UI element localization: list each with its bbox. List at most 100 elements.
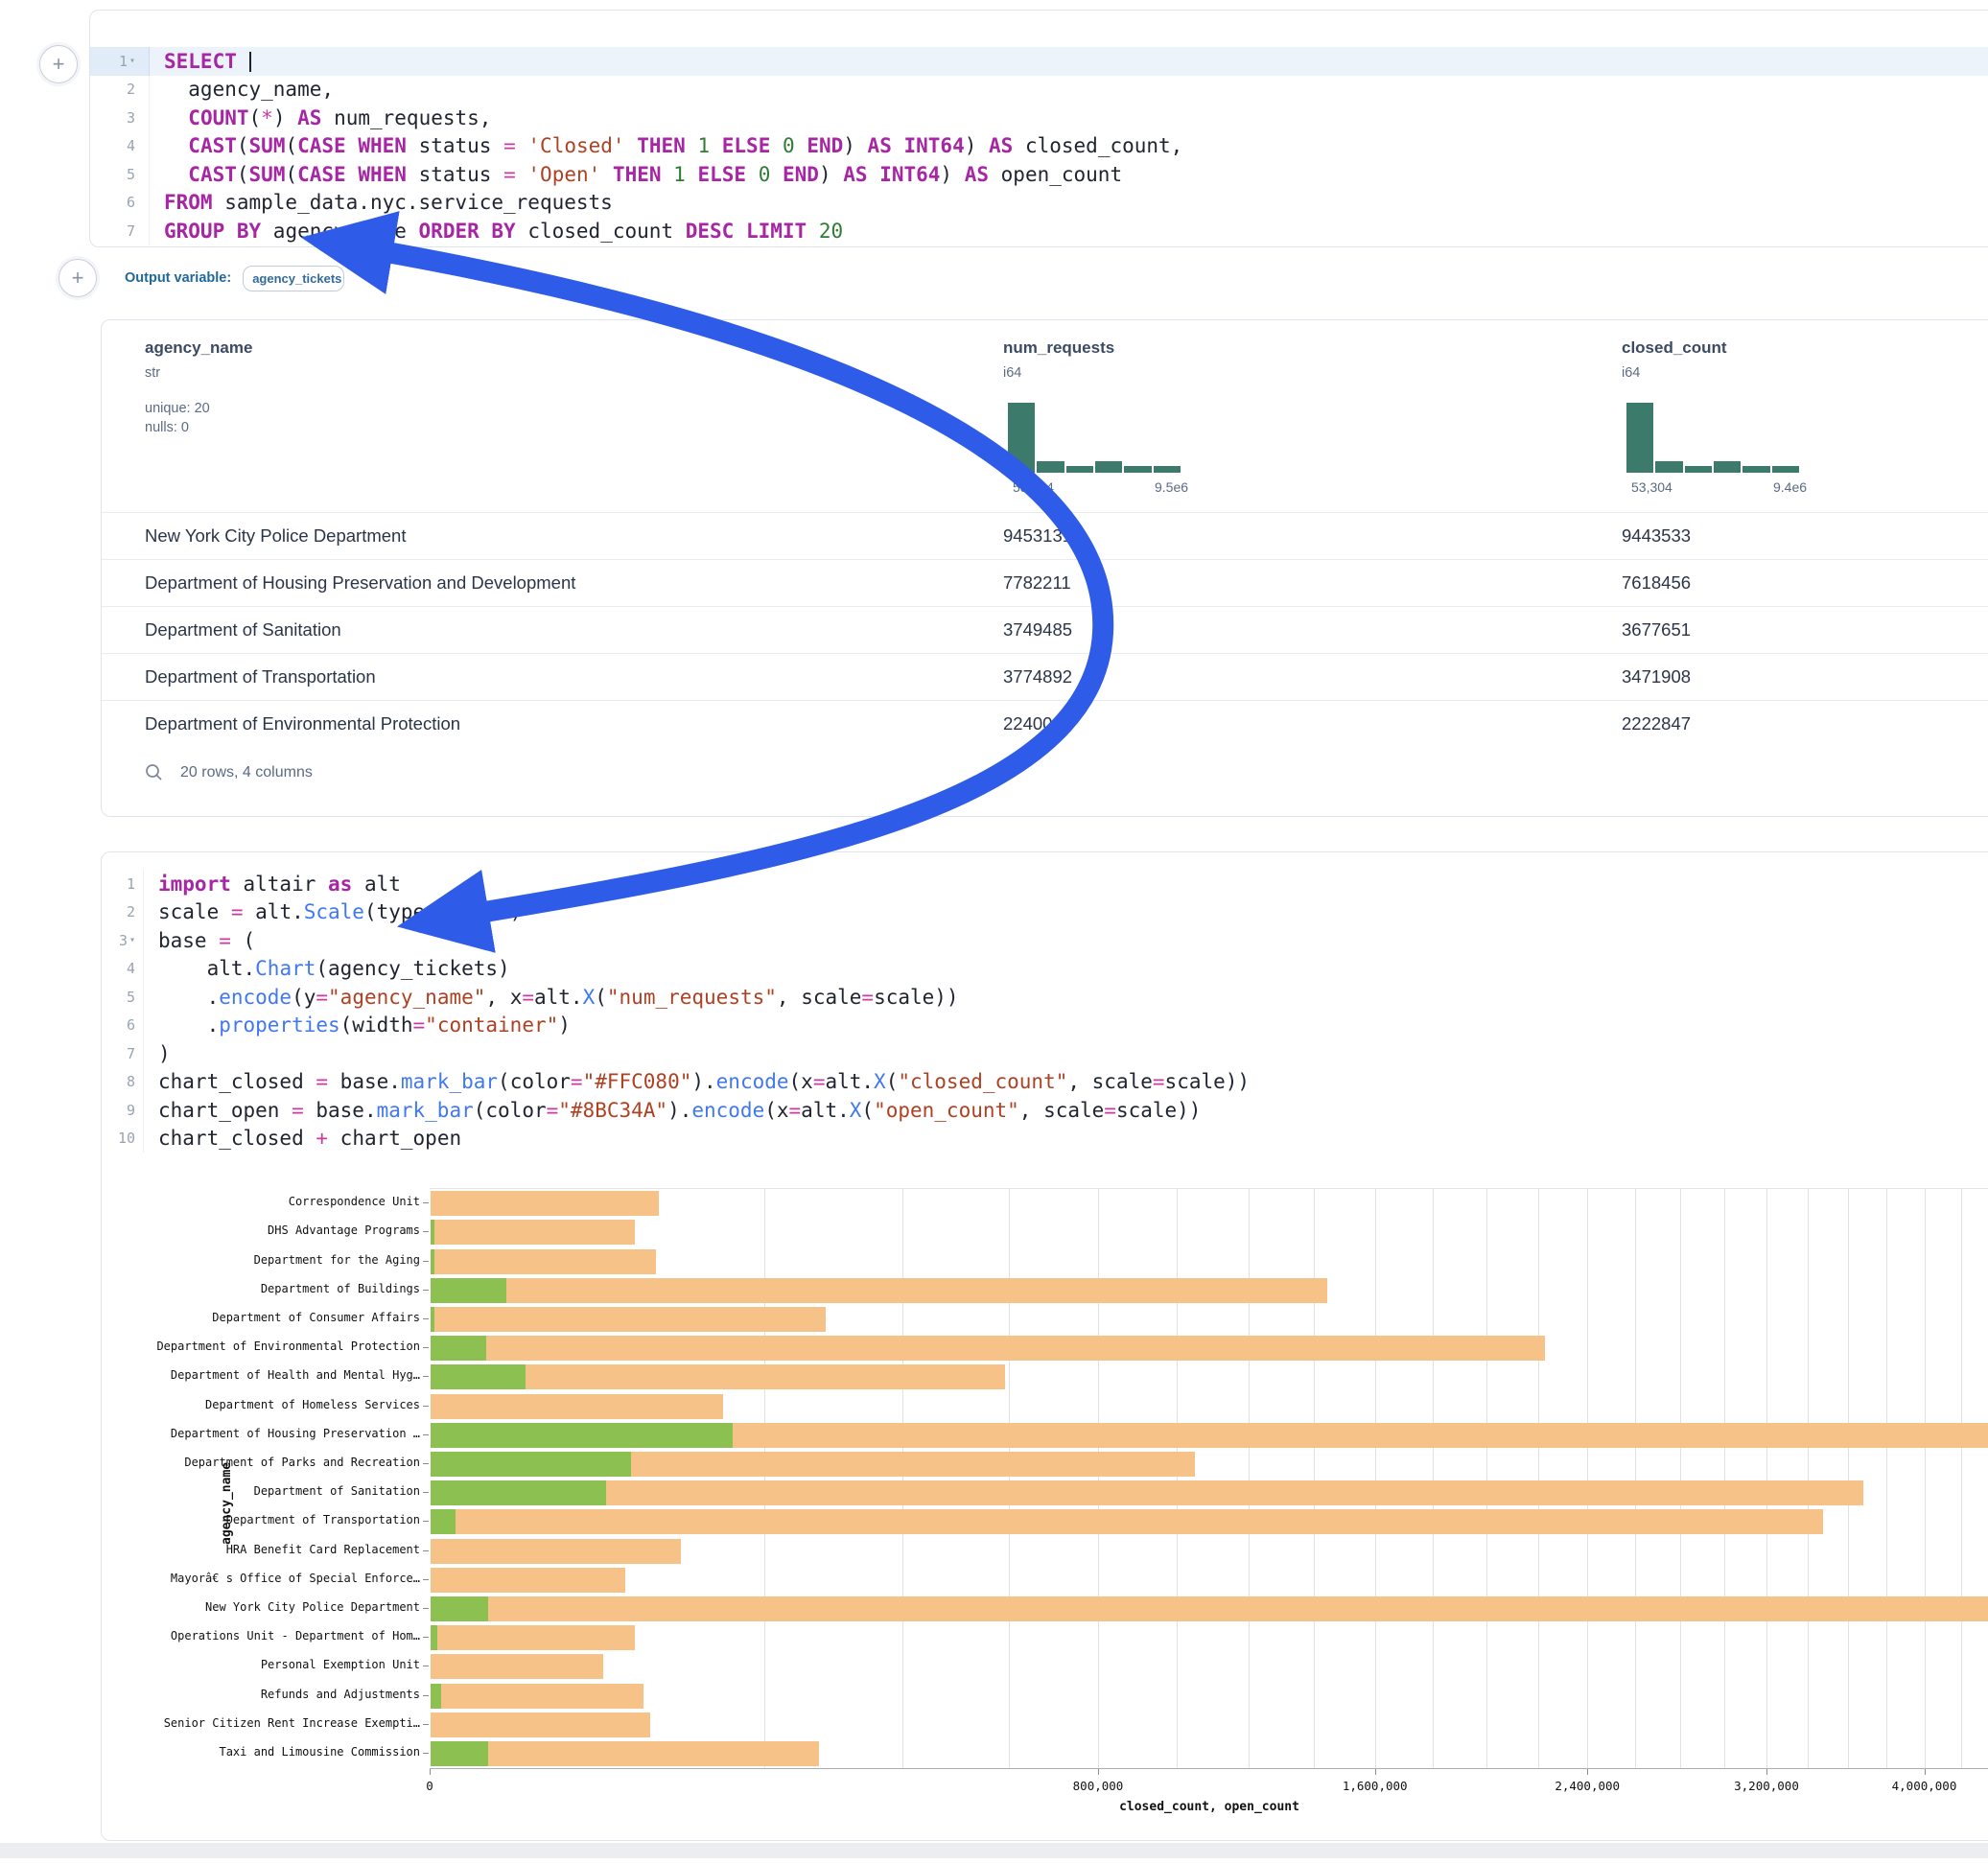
- column-type: str: [145, 365, 160, 381]
- y-axis-tick: [423, 1318, 429, 1319]
- x-axis-tick: [1766, 1769, 1767, 1775]
- search-icon[interactable]: [145, 763, 163, 781]
- table-cell: 7618456: [1622, 572, 1691, 594]
- code-line[interactable]: 10chart_closed + chart_open: [102, 1125, 1988, 1153]
- table-cell: New York City Police Department: [145, 525, 406, 547]
- code-line[interactable]: 3▾base = (: [102, 926, 1988, 955]
- y-axis-label: Senior Citizen Rent Increase Exempti…: [104, 1716, 420, 1730]
- table-cell: Department of Transportation: [145, 666, 376, 687]
- output-variable-label: Output variable:: [125, 270, 231, 286]
- y-axis-tick: [423, 1695, 429, 1696]
- line-number: 7: [90, 217, 150, 245]
- histogram-bar: [1008, 403, 1035, 473]
- line-number: 5: [90, 160, 150, 189]
- collapse-chevron-icon[interactable]: ▾: [129, 936, 135, 945]
- line-number: 4: [102, 955, 144, 984]
- y-axis-label: Personal Exemption Unit: [104, 1658, 420, 1671]
- y-axis-label: Operations Unit - Department of Hom…: [104, 1629, 420, 1643]
- code-line[interactable]: 8chart_closed = base.mark_bar(color="#FF…: [102, 1068, 1988, 1097]
- y-axis-label: Refunds and Adjustments: [104, 1688, 420, 1701]
- x-axis-title: closed_count, open_count: [430, 1800, 1988, 1814]
- code-line[interactable]: 3 COUNT(*) AS num_requests,: [90, 104, 1988, 132]
- bar-closed-count: [431, 1394, 723, 1419]
- add-cell-button[interactable]: +: [58, 259, 97, 297]
- line-number: 2: [90, 76, 150, 105]
- y-axis-label: Department of Consumer Affairs: [104, 1311, 420, 1324]
- x-axis-tick-label: 0: [426, 1779, 433, 1793]
- code-line[interactable]: 5 .encode(y="agency_name", x=alt.X("num_…: [102, 983, 1988, 1012]
- y-axis-tick: [423, 1550, 429, 1551]
- column-header-agency-name[interactable]: agency_name: [145, 338, 252, 358]
- y-axis-tick: [423, 1724, 429, 1725]
- code-line[interactable]: 2 agency_name,: [90, 76, 1988, 105]
- code-line[interactable]: 1▾SELECT: [90, 47, 1988, 76]
- output-variable-row: Output variable: agency_tickets: [125, 257, 344, 299]
- table-cell: 3774892: [1003, 666, 1072, 687]
- y-axis-tick: [423, 1347, 429, 1348]
- gridline: [1375, 1189, 1376, 1769]
- bar-open-count: [431, 1596, 488, 1621]
- histogram-bar: [1066, 466, 1093, 473]
- table-cell: Department of Sanitation: [145, 619, 341, 641]
- closed-count-histogram: [1626, 403, 1799, 473]
- code-line[interactable]: 7GROUP BY agency_name ORDER BY closed_co…: [90, 217, 1988, 245]
- code-line[interactable]: 6 .properties(width="container"): [102, 1012, 1988, 1040]
- table-row: Department of Environmental Protection22…: [102, 700, 1988, 747]
- code-line[interactable]: 1import altair as alt: [102, 870, 1988, 898]
- y-axis-title: agency_name: [220, 1462, 234, 1545]
- x-axis-tick: [1925, 1769, 1926, 1775]
- histogram-bar: [1742, 466, 1769, 473]
- python-code-editor[interactable]: 1import altair as alt2scale = alt.Scale(…: [102, 870, 1988, 1153]
- sql-cell[interactable]: 1▾SELECT 2 agency_name,3 COUNT(*) AS num…: [89, 10, 1988, 247]
- y-axis-tick: [423, 1231, 429, 1232]
- bar-open-count: [431, 1741, 488, 1766]
- sql-code-editor[interactable]: 1▾SELECT 2 agency_name,3 COUNT(*) AS num…: [90, 47, 1988, 245]
- table-cell: 2240041: [1003, 713, 1072, 734]
- code-line[interactable]: 6FROM sample_data.nyc.service_requests: [90, 189, 1988, 218]
- bar-open-count: [431, 1509, 456, 1534]
- table-row: Department of Housing Preservation and D…: [102, 559, 1988, 606]
- code-line[interactable]: 2scale = alt.Scale(type="sqrt"): [102, 898, 1988, 927]
- python-cell[interactable]: 1import altair as alt2scale = alt.Scale(…: [101, 851, 1988, 1841]
- table-footer: 20 rows, 4 columns: [145, 763, 313, 781]
- bar-open-count: [431, 1684, 441, 1709]
- y-axis-label: Department of Transportation: [104, 1513, 420, 1526]
- bar-closed-count: [431, 1684, 643, 1709]
- code-line[interactable]: 9chart_open = base.mark_bar(color="#8BC3…: [102, 1096, 1988, 1125]
- x-axis-tick: [1098, 1769, 1099, 1775]
- table-cell: 3677651: [1622, 619, 1691, 641]
- histogram-bar: [1714, 461, 1741, 473]
- bar-closed-count: [431, 1568, 625, 1593]
- x-axis-tick: [430, 1769, 431, 1775]
- column-header-num-requests[interactable]: num_requests: [1003, 338, 1114, 358]
- gridline: [1009, 1189, 1010, 1769]
- column-header-closed-count[interactable]: closed_count: [1622, 338, 1727, 358]
- collapse-chevron-icon[interactable]: ▾: [129, 57, 135, 66]
- line-number: 3: [90, 104, 150, 132]
- bar-closed-count: [431, 1509, 1823, 1534]
- bar-closed-count: [431, 1741, 819, 1766]
- y-axis-label: Department of Housing Preservation …: [104, 1427, 420, 1440]
- bar-closed-count: [431, 1713, 650, 1737]
- histogram-bar: [1655, 461, 1682, 473]
- y-axis-label: Taxi and Limousine Commission: [104, 1745, 420, 1759]
- gridline: [1098, 1189, 1099, 1769]
- bar-open-count: [431, 1423, 733, 1448]
- line-number: 9: [102, 1096, 144, 1125]
- gridline: [1538, 1189, 1539, 1769]
- gridline: [1886, 1189, 1887, 1769]
- code-line[interactable]: 4 alt.Chart(agency_tickets): [102, 955, 1988, 984]
- output-variable-pill[interactable]: agency_tickets: [243, 266, 344, 291]
- y-axis-label: Department of Sanitation: [104, 1484, 420, 1498]
- table-cell: 3471908: [1622, 666, 1691, 687]
- code-line[interactable]: 5 CAST(SUM(CASE WHEN status = 'Open' THE…: [90, 160, 1988, 189]
- gridline: [1177, 1189, 1178, 1769]
- text-cursor: [249, 52, 251, 72]
- y-axis-label: Department for the Aging: [104, 1253, 420, 1267]
- code-line[interactable]: 4 CAST(SUM(CASE WHEN status = 'Closed' T…: [90, 132, 1988, 161]
- code-line[interactable]: 7): [102, 1039, 1988, 1068]
- histogram-bar: [1685, 466, 1712, 473]
- line-number: 3▾: [102, 926, 144, 955]
- add-cell-button[interactable]: +: [39, 45, 78, 83]
- gridline: [1587, 1189, 1588, 1769]
